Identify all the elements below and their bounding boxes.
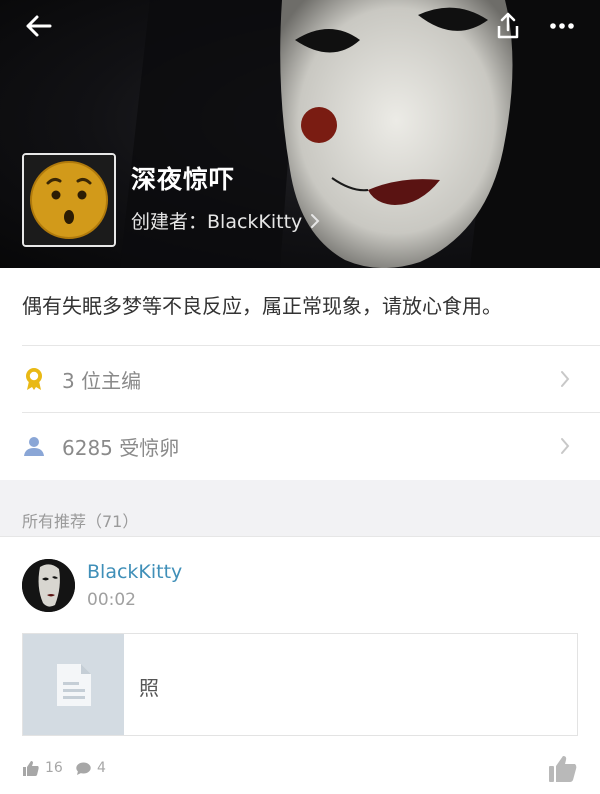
document-icon [56,663,91,706]
recommendations-label: 所有推荐（71） [22,512,139,531]
divider [0,536,600,537]
back-arrow-icon [26,15,52,37]
thumbs-up-icon [549,756,577,782]
chevron-right-icon [311,213,320,228]
creator-label: 创建者：BlackKitty [131,211,303,233]
editors-count: 3 位主编 [62,368,142,393]
surprised-face-emoji-icon [24,155,114,245]
card-title: 照 [139,676,159,700]
post-link-card[interactable]: 照 [22,633,578,736]
share-button[interactable] [486,8,530,44]
more-button[interactable] [540,8,584,44]
chevron-right-icon [561,371,570,387]
person-icon [22,434,46,458]
editors-row[interactable]: 3 位主编 [0,346,600,412]
topic-cover-image [22,153,116,247]
post-time: 00:02 [87,590,136,610]
comment-bubble-icon [76,762,91,775]
like-button[interactable] [549,756,577,782]
followers-row[interactable]: 6285 受惊卵 [0,413,600,479]
followers-count: 6285 受惊卵 [62,435,180,460]
like-count[interactable]: 16 [23,760,63,776]
topic-description: 偶有失眠多梦等不良反应，属正常现象，请放心食用。 [22,294,502,318]
avatar[interactable] [22,559,75,612]
comment-number: 4 [97,760,106,776]
award-ribbon-icon [22,367,46,391]
more-dots-icon [550,23,574,29]
thumbs-up-icon [23,760,39,776]
post-author[interactable]: BlackKitty [87,561,182,583]
share-icon [497,12,519,39]
topic-header: 深夜惊吓 创建者：BlackKitty [0,0,600,268]
topic-page: 深夜惊吓 创建者：BlackKitty 偶有失眠多梦等不良反应，属正常现象，请放… [0,0,600,794]
back-button[interactable] [16,8,60,44]
chevron-right-icon [561,438,570,454]
topic-title: 深夜惊吓 [131,165,236,194]
card-thumbnail [23,634,124,735]
comment-count[interactable]: 4 [76,760,106,776]
like-number: 16 [45,760,63,776]
creator-link[interactable]: 创建者：BlackKitty [131,207,320,234]
